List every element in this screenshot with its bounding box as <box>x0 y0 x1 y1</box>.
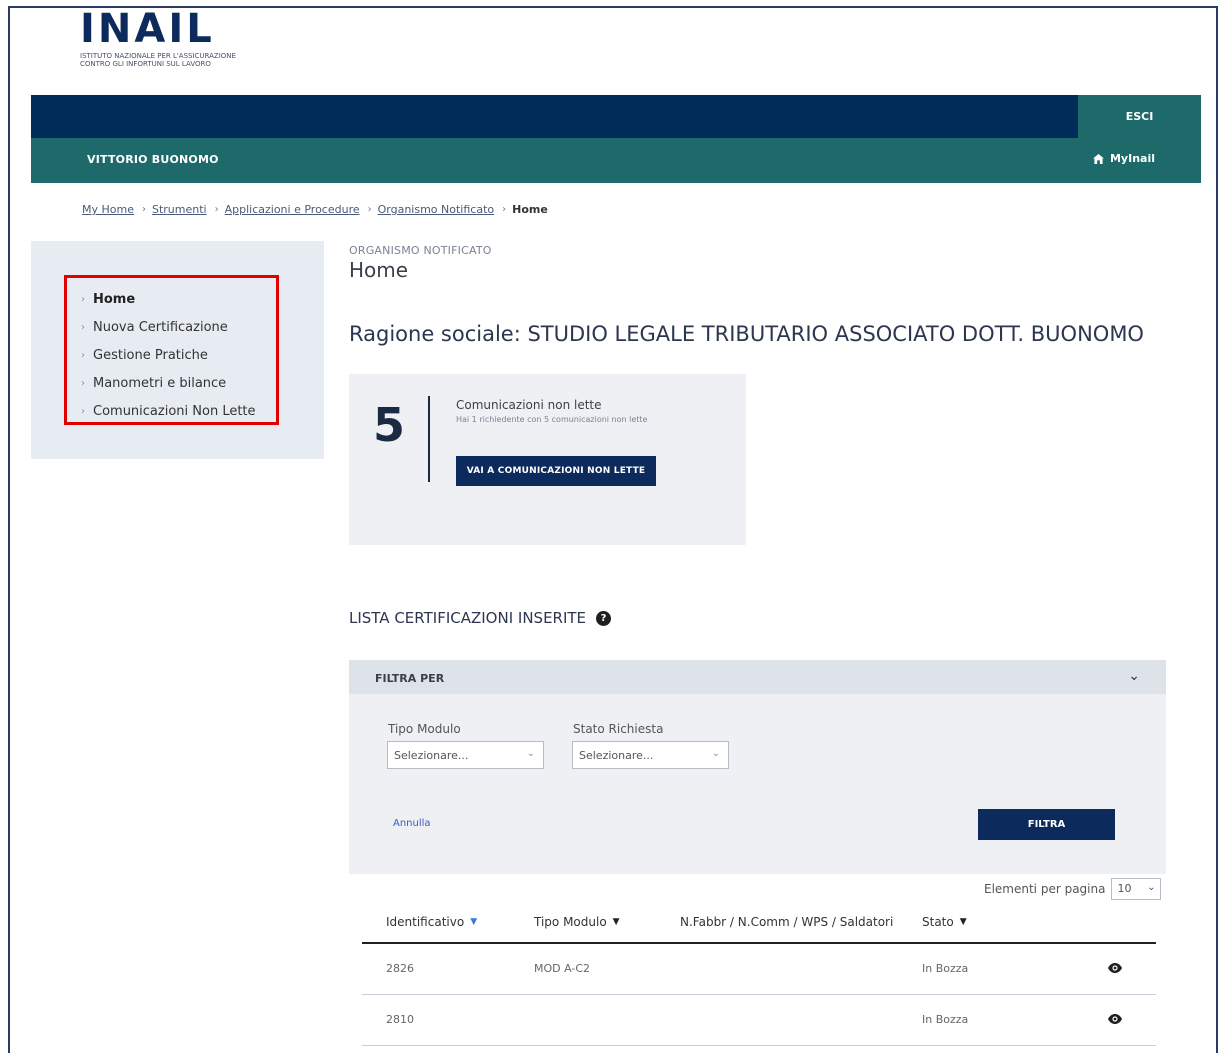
filter-header-label: FILTRA PER <box>375 672 445 685</box>
sidebar-menu: › Home › Nuova Certificazione › Gestione… <box>81 285 256 425</box>
chevron-down-icon: ⌄ <box>526 748 535 759</box>
filtra-button[interactable]: FILTRA <box>978 809 1115 840</box>
breadcrumb: My Home › Strumenti › Applicazioni e Pro… <box>82 203 548 216</box>
sidebar: › Home › Nuova Certificazione › Gestione… <box>31 241 324 459</box>
sidebar-item-home[interactable]: › Home <box>81 285 256 313</box>
logo-subtitle: ISTITUTO NAZIONALE PER L'ASSICURAZIONE C… <box>80 52 236 68</box>
sidebar-item-nuova-certificazione[interactable]: › Nuova Certificazione <box>81 313 256 341</box>
chevron-right-icon: › <box>81 405 85 417</box>
column-label: Tipo Modulo <box>534 915 607 929</box>
eye-icon[interactable] <box>1107 1011 1123 1027</box>
items-per-page-label: Elementi per pagina <box>984 882 1106 896</box>
filter-panel: FILTRA PER ⌄ Tipo Modulo Selezionare... … <box>349 660 1166 874</box>
table-row: 2826 MOD A-C2 In Bozza <box>362 944 1156 995</box>
breadcrumb-applicazioni[interactable]: Applicazioni e Procedure <box>225 203 360 216</box>
sidebar-item-manometri[interactable]: › Manometri e bilance <box>81 369 256 397</box>
tipo-modulo-value: Selezionare... <box>394 749 469 762</box>
go-to-unread-button[interactable]: VAI A COMUNICAZIONI NON LETTE <box>456 456 656 486</box>
column-label: Identificativo <box>386 915 465 929</box>
page-title: Home <box>349 258 409 282</box>
breadcrumb-current: Home <box>512 203 548 216</box>
eye-icon[interactable] <box>1107 960 1123 976</box>
column-stato[interactable]: Stato ▼ <box>922 915 967 929</box>
user-name: VITTORIO BUONOMO <box>87 153 219 166</box>
page-eyebrow: ORGANISMO NOTIFICATO <box>349 244 492 257</box>
column-tipo-modulo[interactable]: Tipo Modulo ▼ <box>534 915 620 929</box>
items-per-page: Elementi per pagina 10 ⌄ <box>984 878 1162 900</box>
chevron-right-icon: › <box>81 293 85 305</box>
card-divider <box>428 396 430 482</box>
column-identificativo[interactable]: Identificativo ▼ <box>386 915 477 929</box>
section-title: LISTA CERTIFICAZIONI INSERITE ? <box>349 609 612 627</box>
ragione-sociale: Ragione sociale: STUDIO LEGALE TRIBUTARI… <box>349 322 1144 346</box>
sidebar-item-label: Home <box>93 291 136 307</box>
stato-richiesta-label: Stato Richiesta <box>573 722 664 736</box>
breadcrumb-strumenti[interactable]: Strumenti <box>152 203 207 216</box>
esci-button[interactable]: ESCI <box>1078 95 1201 138</box>
chevron-down-icon: ⌄ <box>1147 882 1156 893</box>
items-per-page-select[interactable]: 10 ⌄ <box>1111 878 1162 900</box>
myinail-link[interactable]: MyInail <box>1093 152 1155 165</box>
breadcrumb-separator-icon: › <box>367 204 372 215</box>
table-row: 2810 In Bozza <box>362 995 1156 1046</box>
sidebar-item-label: Nuova Certificazione <box>93 319 228 335</box>
chevron-down-icon[interactable]: ⌄ <box>1128 668 1140 684</box>
breadcrumb-organismo[interactable]: Organismo Notificato <box>378 203 495 216</box>
column-label: N.Fabbr / N.Comm / WPS / Saldatori <box>680 915 894 929</box>
table-header: Identificativo ▼ Tipo Modulo ▼ N.Fabbr /… <box>362 903 1156 944</box>
top-bar: ESCI <box>31 95 1201 138</box>
breadcrumb-separator-icon: › <box>214 204 219 215</box>
breadcrumb-separator-icon: › <box>502 204 507 215</box>
sort-desc-icon: ▼ <box>470 917 478 927</box>
sidebar-item-label: Manometri e bilance <box>93 375 227 391</box>
breadcrumb-my-home[interactable]: My Home <box>82 203 134 216</box>
inail-logo[interactable]: INAIL ISTITUTO NAZIONALE PER L'ASSICURAZ… <box>80 8 240 68</box>
card-subtitle: Hai 1 richiedente con 5 comunicazioni no… <box>456 415 648 424</box>
unread-messages-card: 5 Comunicazioni non lette Hai 1 richiede… <box>349 374 746 545</box>
sort-desc-icon: ▼ <box>612 917 620 927</box>
chevron-right-icon: › <box>81 349 85 361</box>
items-per-page-value: 10 <box>1117 882 1132 895</box>
user-bar: VITTORIO BUONOMO MyInail <box>31 138 1201 183</box>
cell-stato: In Bozza <box>922 962 969 975</box>
cell-tipo: MOD A-C2 <box>534 962 591 975</box>
certifications-table: Identificativo ▼ Tipo Modulo ▼ N.Fabbr /… <box>362 903 1156 1046</box>
myinail-label: MyInail <box>1109 152 1155 165</box>
column-nfabbr: N.Fabbr / N.Comm / WPS / Saldatori <box>680 915 893 929</box>
tipo-modulo-label: Tipo Modulo <box>388 722 461 736</box>
unread-count: 5 <box>373 398 406 452</box>
cell-id: 2826 <box>386 962 414 975</box>
cell-stato: In Bozza <box>922 1013 969 1026</box>
annulla-link[interactable]: Annulla <box>393 818 431 829</box>
sidebar-item-label: Gestione Pratiche <box>93 347 208 363</box>
sidebar-item-comunicazioni[interactable]: › Comunicazioni Non Lette <box>81 397 256 425</box>
column-label: Stato <box>922 915 954 929</box>
tipo-modulo-select[interactable]: Selezionare... ⌄ <box>387 741 544 769</box>
chevron-right-icon: › <box>81 377 85 389</box>
help-icon[interactable]: ? <box>596 610 612 626</box>
stato-richiesta-value: Selezionare... <box>579 749 654 762</box>
chevron-right-icon: › <box>81 321 85 333</box>
card-title: Comunicazioni non lette <box>456 398 602 412</box>
home-icon <box>1093 153 1104 164</box>
stato-richiesta-select[interactable]: Selezionare... ⌄ <box>572 741 729 769</box>
cell-id: 2810 <box>386 1013 414 1026</box>
filter-header[interactable]: FILTRA PER ⌄ <box>349 660 1166 694</box>
section-title-text: LISTA CERTIFICAZIONI INSERITE <box>349 609 587 627</box>
sidebar-item-label: Comunicazioni Non Lette <box>93 403 256 419</box>
logo-mark: INAIL <box>80 6 215 52</box>
sidebar-item-gestione-pratiche[interactable]: › Gestione Pratiche <box>81 341 256 369</box>
breadcrumb-separator-icon: › <box>141 204 146 215</box>
sort-desc-icon: ▼ <box>959 917 967 927</box>
chevron-down-icon: ⌄ <box>711 748 720 759</box>
